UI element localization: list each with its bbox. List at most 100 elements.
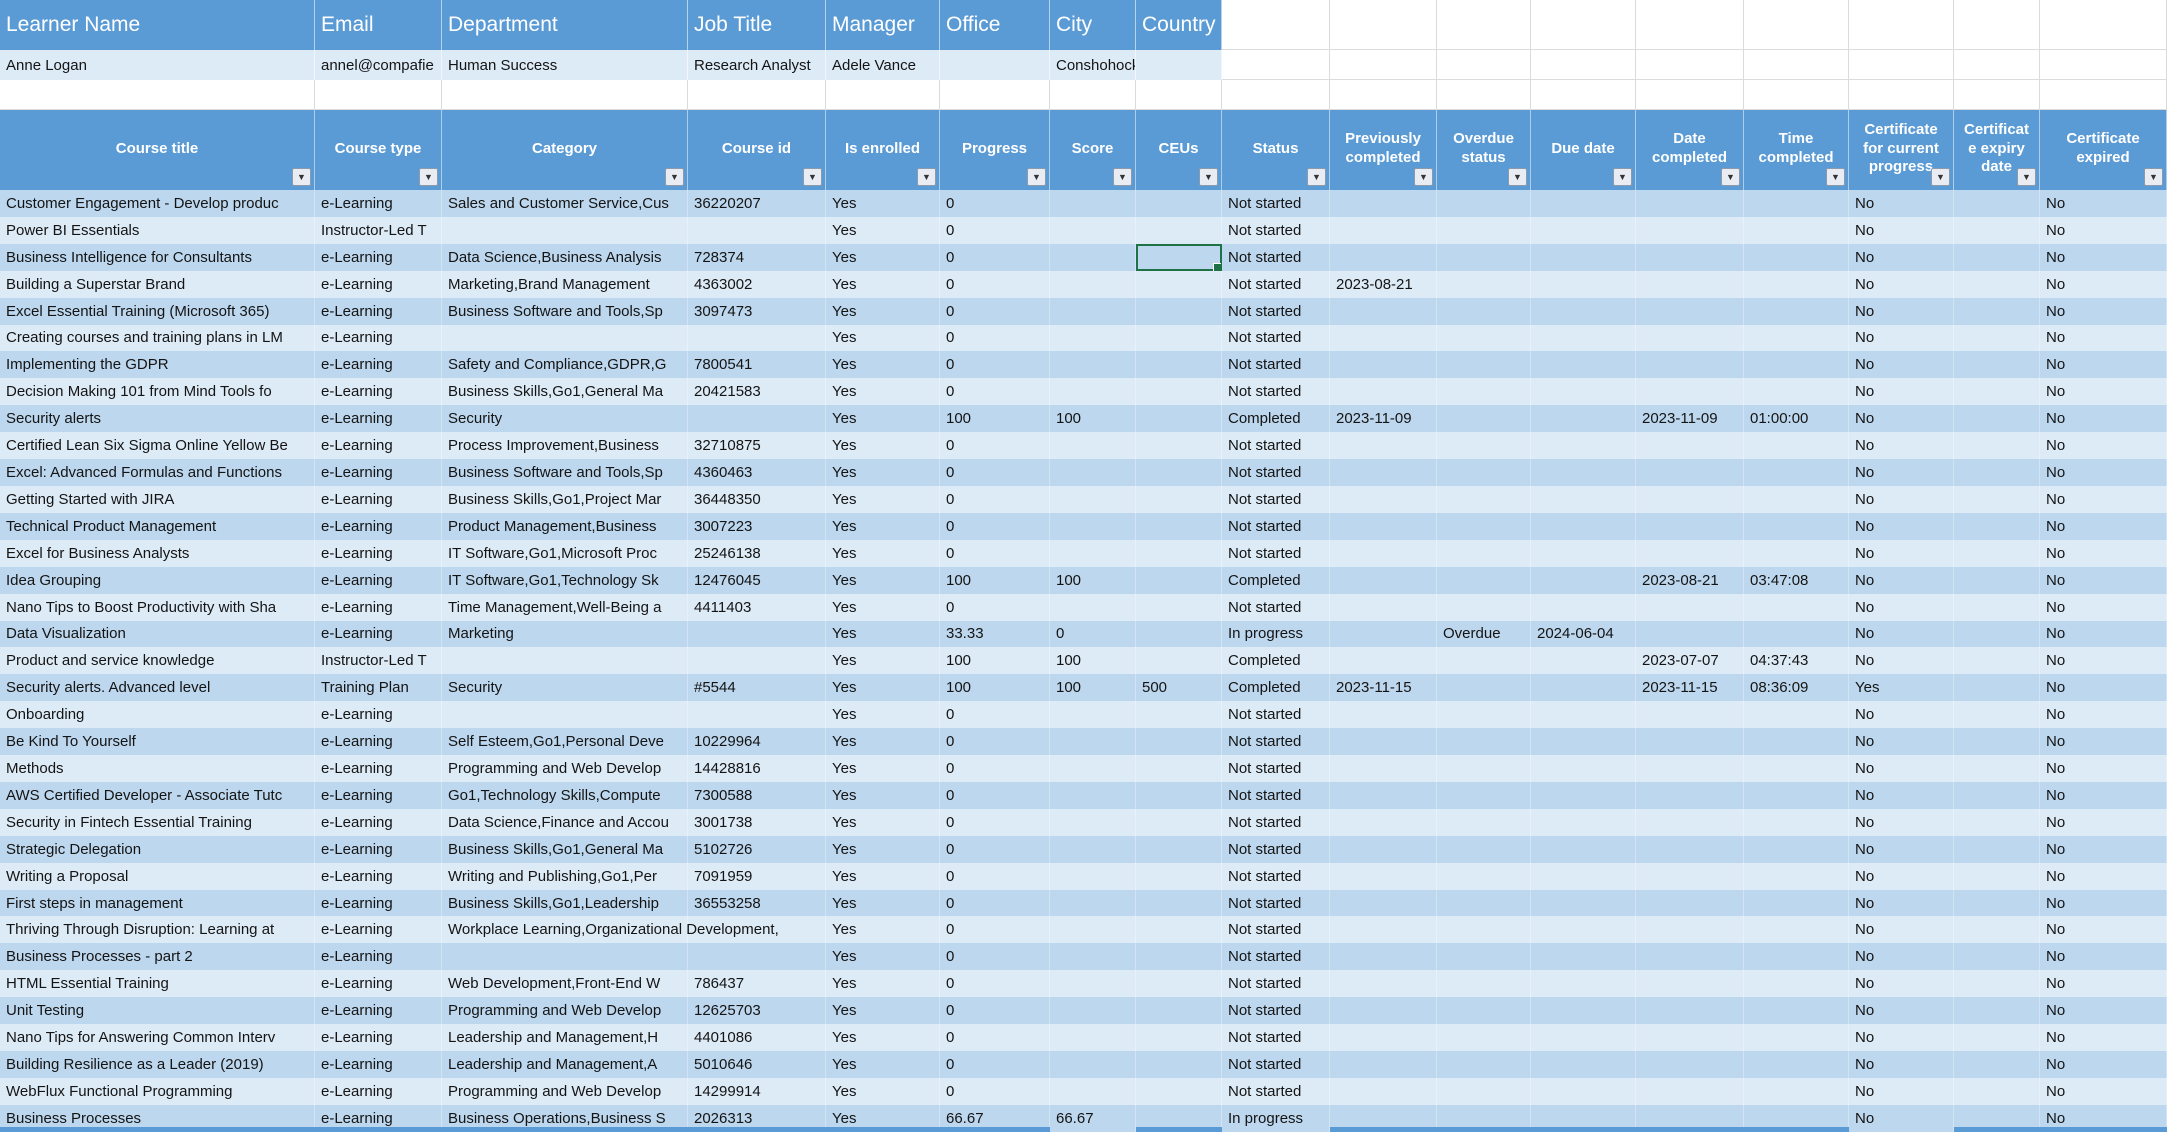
cell-progress[interactable]: 0 xyxy=(940,325,1050,352)
cell-is-enrolled[interactable]: Yes xyxy=(826,1051,940,1078)
cell-score[interactable] xyxy=(1050,943,1136,970)
cell-certificate-for-current-progress[interactable]: No xyxy=(1849,997,1954,1024)
cell-score[interactable] xyxy=(1050,701,1136,728)
cell-course-id[interactable]: 3001738 xyxy=(688,809,826,836)
cell-category[interactable]: Business Software and Tools,Sp xyxy=(442,298,688,325)
cell-overdue-status[interactable] xyxy=(1437,782,1531,809)
cell-overdue-status[interactable] xyxy=(1437,755,1531,782)
cell-status[interactable]: Not started xyxy=(1222,190,1330,217)
cell-overdue-status[interactable] xyxy=(1437,594,1531,621)
cell-due-date[interactable] xyxy=(1531,190,1636,217)
cell-certificate-expired[interactable]: No xyxy=(2040,298,2167,325)
cell-certificate-expiry-date[interactable] xyxy=(1954,217,2040,244)
cell-ceus[interactable] xyxy=(1136,405,1222,432)
cell-course-id[interactable]: 14428816 xyxy=(688,755,826,782)
cell-time-completed[interactable] xyxy=(1744,217,1849,244)
cell-course-type[interactable]: e-Learning xyxy=(315,621,442,648)
cell-due-date[interactable] xyxy=(1531,674,1636,701)
cell-course-id[interactable]: 20421583 xyxy=(688,378,826,405)
cell-date-completed[interactable] xyxy=(1636,513,1744,540)
cell-due-date[interactable] xyxy=(1531,943,1636,970)
cell-is-enrolled[interactable]: Yes xyxy=(826,809,940,836)
cell-date-completed[interactable]: 2023-07-07 xyxy=(1636,647,1744,674)
cell-date-completed[interactable] xyxy=(1636,271,1744,298)
cell-is-enrolled[interactable]: Yes xyxy=(826,943,940,970)
cell-previously-completed[interactable] xyxy=(1330,298,1437,325)
cell-time-completed[interactable] xyxy=(1744,325,1849,352)
cell-score[interactable] xyxy=(1050,1078,1136,1105)
cell-certificate-expiry-date[interactable] xyxy=(1954,244,2040,271)
cell-due-date[interactable] xyxy=(1531,1078,1636,1105)
cell-certificate-expired[interactable]: No xyxy=(2040,217,2167,244)
cell-course-title[interactable]: Idea Grouping xyxy=(0,567,315,594)
cell-course-title[interactable]: Technical Product Management xyxy=(0,513,315,540)
cell-course-type[interactable]: e-Learning xyxy=(315,970,442,997)
column-header-course-id[interactable]: Course id▼ xyxy=(688,110,826,190)
cell-progress[interactable]: 0 xyxy=(940,513,1050,540)
cell-course-title[interactable]: Product and service knowledge xyxy=(0,647,315,674)
cell-course-type[interactable]: e-Learning xyxy=(315,755,442,782)
filter-button-is-enrolled[interactable]: ▼ xyxy=(917,168,936,186)
cell-course-type[interactable]: e-Learning xyxy=(315,486,442,513)
cell-category[interactable] xyxy=(442,325,688,352)
cell-progress[interactable]: 0 xyxy=(940,298,1050,325)
cell-course-title[interactable]: WebFlux Functional Programming xyxy=(0,1078,315,1105)
cell-progress[interactable]: 0 xyxy=(940,378,1050,405)
cell-is-enrolled[interactable]: Yes xyxy=(826,594,940,621)
cell-ceus[interactable] xyxy=(1136,540,1222,567)
cell-progress[interactable]: 0 xyxy=(940,890,1050,917)
empty-cell[interactable] xyxy=(1330,50,1437,80)
cell-ceus[interactable] xyxy=(1136,621,1222,648)
cell-course-id[interactable]: 7091959 xyxy=(688,863,826,890)
cell-date-completed[interactable] xyxy=(1636,594,1744,621)
empty-cell[interactable] xyxy=(1330,0,1437,50)
cell-course-title[interactable]: Nano Tips to Boost Productivity with Sha xyxy=(0,594,315,621)
cell-ceus[interactable] xyxy=(1136,836,1222,863)
cell-ceus[interactable] xyxy=(1136,1051,1222,1078)
cell-course-id[interactable]: 3097473 xyxy=(688,298,826,325)
cell-course-type[interactable]: e-Learning xyxy=(315,432,442,459)
cell-previously-completed[interactable] xyxy=(1330,863,1437,890)
cell-ceus[interactable] xyxy=(1136,916,1222,943)
cell-certificate-expired[interactable]: No xyxy=(2040,567,2167,594)
cell-is-enrolled[interactable]: Yes xyxy=(826,271,940,298)
cell-course-title[interactable]: Strategic Delegation xyxy=(0,836,315,863)
cell-course-id[interactable] xyxy=(688,621,826,648)
cell-status[interactable]: Not started xyxy=(1222,701,1330,728)
cell-course-title[interactable]: First steps in management xyxy=(0,890,315,917)
cell-certificate-expired[interactable]: No xyxy=(2040,674,2167,701)
cell-certificate-expired[interactable]: No xyxy=(2040,432,2167,459)
cell-course-type[interactable]: e-Learning xyxy=(315,997,442,1024)
cell-time-completed[interactable] xyxy=(1744,378,1849,405)
cell-date-completed[interactable] xyxy=(1636,244,1744,271)
empty-cell[interactable] xyxy=(1744,0,1849,50)
cell-previously-completed[interactable] xyxy=(1330,809,1437,836)
cell-progress[interactable]: 100 xyxy=(940,405,1050,432)
cell-previously-completed[interactable] xyxy=(1330,244,1437,271)
cell-certificate-for-current-progress[interactable]: No xyxy=(1849,701,1954,728)
cell-previously-completed[interactable] xyxy=(1330,701,1437,728)
cell-progress[interactable]: 0 xyxy=(940,916,1050,943)
cell-course-title[interactable]: Security alerts. Advanced level xyxy=(0,674,315,701)
cell-overdue-status[interactable] xyxy=(1437,405,1531,432)
cell-progress[interactable]: 0 xyxy=(940,432,1050,459)
cell-previously-completed[interactable] xyxy=(1330,378,1437,405)
empty-cell[interactable] xyxy=(1222,0,1330,50)
cell-certificate-expiry-date[interactable] xyxy=(1954,809,2040,836)
cell-course-type[interactable]: e-Learning xyxy=(315,782,442,809)
cell-score[interactable] xyxy=(1050,997,1136,1024)
cell-progress[interactable]: 0 xyxy=(940,594,1050,621)
cell-overdue-status[interactable] xyxy=(1437,351,1531,378)
learner-header-city[interactable]: City xyxy=(1050,0,1136,50)
cell-certificate-for-current-progress[interactable]: No xyxy=(1849,943,1954,970)
cell-date-completed[interactable] xyxy=(1636,755,1744,782)
cell-certificate-expired[interactable]: No xyxy=(2040,1051,2167,1078)
cell-course-title[interactable]: Building Resilience as a Leader (2019) xyxy=(0,1051,315,1078)
cell-category[interactable]: Workplace Learning,Organizational Develo… xyxy=(442,916,688,943)
cell-certificate-expiry-date[interactable] xyxy=(1954,298,2040,325)
cell-ceus[interactable] xyxy=(1136,298,1222,325)
cell-is-enrolled[interactable]: Yes xyxy=(826,674,940,701)
cell-course-id[interactable]: 7800541 xyxy=(688,351,826,378)
cell-score[interactable] xyxy=(1050,782,1136,809)
cell-previously-completed[interactable] xyxy=(1330,728,1437,755)
